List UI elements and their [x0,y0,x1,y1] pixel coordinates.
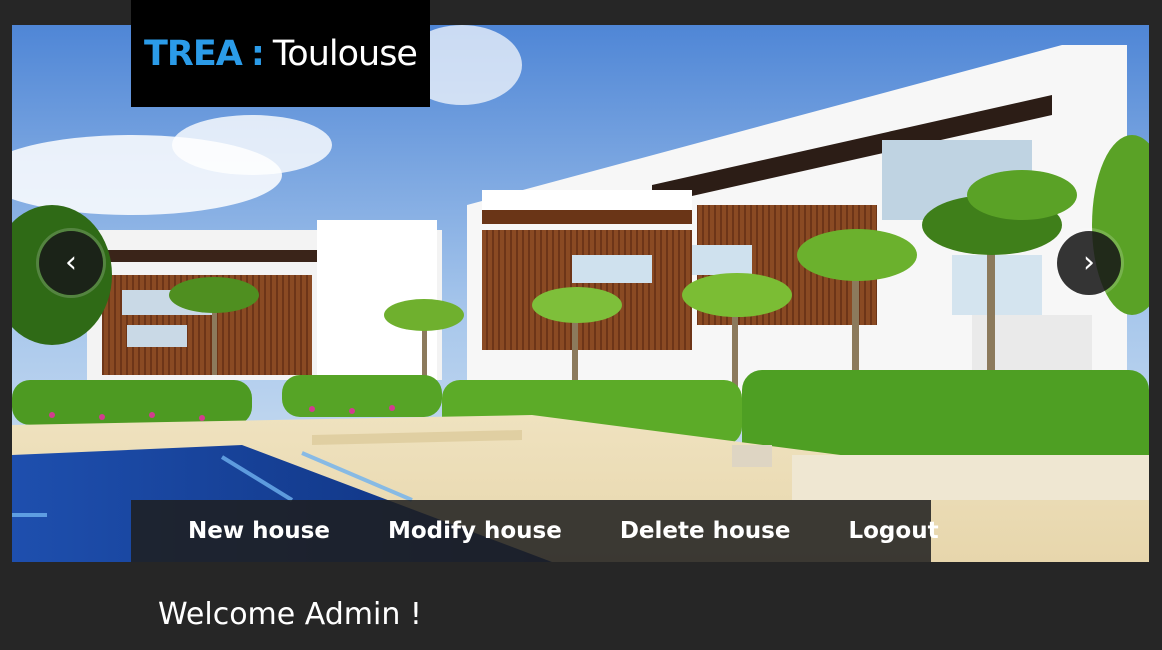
brand-name: TREA [144,33,243,74]
menu-item-delete-house[interactable]: Delete house [591,518,820,544]
city-name: Toulouse [272,33,418,74]
chevron-left-icon: ‹ [65,245,77,280]
welcome-message: Welcome Admin ! [158,597,422,632]
slider-next-button[interactable]: › [1057,231,1121,295]
menu-item-modify-house[interactable]: Modify house [359,518,591,544]
brand-separator: : [250,33,265,74]
site-logo[interactable]: TREA : Toulouse [131,0,430,107]
slider-prev-button[interactable]: ‹ [39,231,103,295]
menu-item-logout[interactable]: Logout [819,518,967,544]
menu-item-new-house[interactable]: New house [159,518,359,544]
main-menu: New house Modify house Delete house Logo… [131,500,939,562]
chevron-right-icon: › [1083,245,1095,280]
